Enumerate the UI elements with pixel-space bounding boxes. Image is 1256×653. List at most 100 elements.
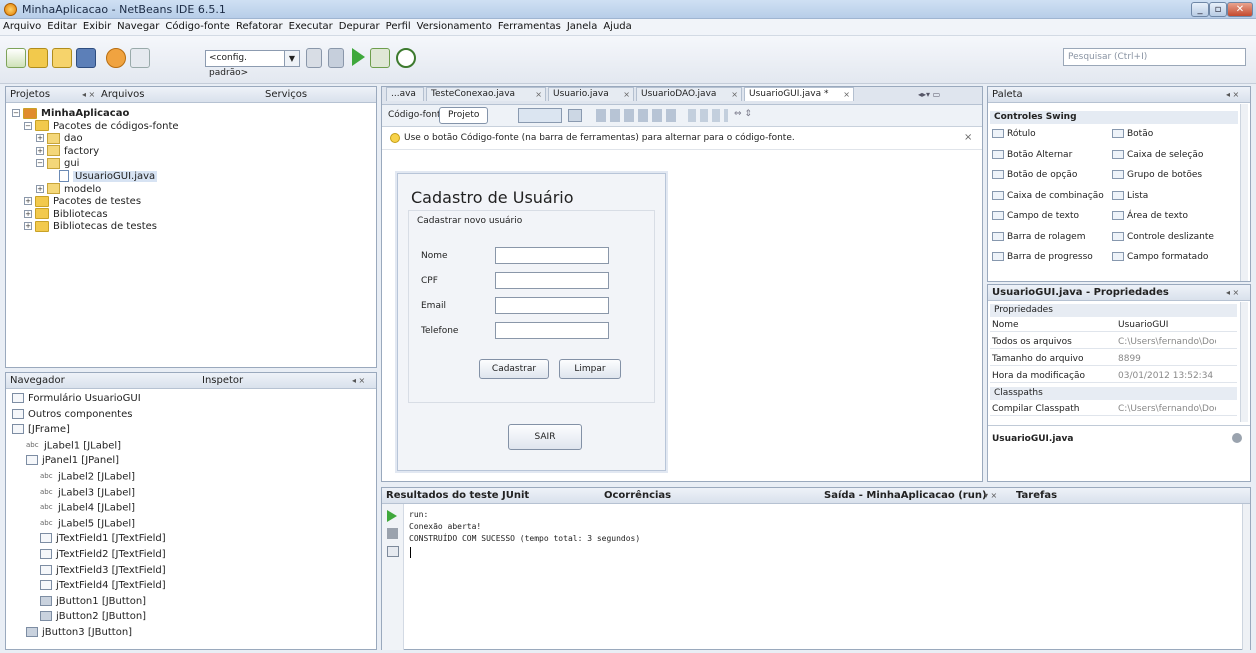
palette-item[interactable]: Botão Alternar — [992, 148, 1072, 162]
menu-item-0[interactable]: Arquivo — [0, 19, 44, 34]
palette-item[interactable]: Grupo de botões — [1112, 168, 1202, 182]
expand-icon[interactable]: + — [36, 146, 44, 155]
menu-item-11[interactable]: Janela — [564, 19, 600, 34]
collapse-icon[interactable]: − — [36, 159, 44, 168]
open-project-icon[interactable] — [52, 48, 72, 68]
palette-item[interactable]: Caixa de seleção — [1112, 148, 1203, 162]
palette-item[interactable]: Caixa de combinação — [992, 189, 1104, 203]
new-project-icon[interactable] — [28, 48, 48, 68]
prop-section-classpaths[interactable]: Classpaths — [990, 387, 1237, 400]
panel-controls-icon[interactable]: ◂ × — [1226, 285, 1239, 300]
search-input[interactable]: Pesquisar (Ctrl+I) — [1063, 48, 1246, 66]
project-tree-node[interactable]: − Pacotes de códigos-fonte — [24, 120, 179, 133]
menu-item-5[interactable]: Refatorar — [233, 19, 286, 34]
project-tree-node[interactable]: + Bibliotecas de testes — [24, 220, 157, 233]
project-tree-node[interactable]: + factory — [36, 145, 99, 158]
menu-item-9[interactable]: Versionamento — [414, 19, 495, 34]
palette-item[interactable]: Rótulo — [992, 127, 1036, 141]
editor-tab-nav-icon[interactable]: ◂▸▾ ▭ — [918, 90, 978, 102]
config-select[interactable]: <config. padrão> — [205, 50, 285, 78]
panel-controls-icon[interactable]: ◂ × — [1226, 87, 1239, 102]
tab-services[interactable]: Serviços — [265, 87, 307, 102]
exit-button[interactable]: SAIR — [508, 424, 582, 450]
close-icon[interactable]: × — [964, 132, 972, 143]
text-field[interactable] — [495, 322, 609, 339]
navigator-tree-node[interactable]: jTextField1 [JTextField] — [40, 532, 166, 545]
property-row[interactable]: Tamanho do arquivo 8899 — [990, 352, 1237, 366]
palette-section-swing[interactable]: Controles Swing — [990, 111, 1238, 124]
navigator-tree-node[interactable]: Outros componentes — [12, 408, 132, 421]
preview-icon[interactable] — [568, 109, 582, 122]
close-icon[interactable]: × — [843, 88, 850, 101]
source-mode-button[interactable]: Código-fonte — [388, 110, 446, 120]
project-tree-node[interactable]: + Bibliotecas — [24, 208, 108, 221]
navigator-tree-node[interactable]: abc jLabel4 [JLabel] — [40, 501, 135, 514]
palette-item[interactable]: Área de texto — [1112, 209, 1188, 223]
property-row[interactable]: Hora da modificação 03/01/2012 13:52:34 — [990, 369, 1237, 383]
navigator-tree-node[interactable]: jButton1 [JButton] — [40, 595, 146, 608]
palette-item[interactable]: Barra de progresso — [992, 250, 1093, 264]
tab-tasks[interactable]: Tarefas — [1016, 488, 1057, 503]
panel-controls-icon[interactable]: ◂ × — [82, 87, 95, 102]
selection-mode-icon[interactable] — [518, 108, 562, 123]
navigator-tree-node[interactable]: abc jLabel5 [JLabel] — [40, 517, 135, 530]
collapse-icon[interactable]: − — [24, 121, 32, 130]
profile-icon[interactable] — [396, 48, 416, 68]
menu-item-7[interactable]: Depurar — [336, 19, 383, 34]
menu-item-3[interactable]: Navegar — [114, 19, 162, 34]
expand-icon[interactable]: + — [24, 209, 32, 218]
menu-item-1[interactable]: Editar — [44, 19, 80, 34]
debug-icon[interactable] — [370, 48, 390, 68]
undo-icon[interactable] — [106, 48, 126, 68]
menu-item-8[interactable]: Perfil — [383, 19, 414, 34]
run-icon[interactable] — [352, 48, 365, 66]
expand-icon[interactable]: + — [24, 222, 32, 231]
redo-icon[interactable] — [130, 48, 150, 68]
menu-item-10[interactable]: Ferramentas — [495, 19, 564, 34]
close-icon[interactable]: × — [623, 88, 630, 101]
palette-item[interactable]: Botão de opção — [992, 168, 1077, 182]
navigator-tree-node[interactable]: jPanel1 [JPanel] — [26, 454, 119, 467]
build-icon[interactable] — [328, 48, 344, 68]
menu-item-6[interactable]: Executar — [286, 19, 336, 34]
maximize-button[interactable]: ▫ — [1209, 2, 1227, 17]
navigator-tree-node[interactable]: jButton3 [JButton] — [26, 626, 132, 639]
navigator-tree-node[interactable]: abc jLabel1 [JLabel] — [26, 439, 121, 452]
palette-item[interactable]: Controle deslizante — [1112, 230, 1214, 244]
navigator-tree-node[interactable]: [JFrame] — [12, 423, 70, 436]
navigator-tree-node[interactable]: jButton2 [JButton] — [40, 610, 146, 623]
project-tree-node[interactable]: UsuarioGUI.java — [48, 170, 158, 183]
project-tree-node[interactable]: + dao — [36, 132, 83, 145]
prop-section-properties[interactable]: Propriedades — [990, 304, 1237, 317]
new-file-icon[interactable] — [6, 48, 26, 68]
register-button[interactable]: Cadastrar — [479, 359, 549, 379]
clean-build-icon[interactable] — [306, 48, 322, 68]
form-panel[interactable]: Cadastrar novo usuário Nome CPF Email Telef… — [408, 210, 655, 403]
text-field[interactable] — [495, 297, 609, 314]
navigator-tree-node[interactable]: jTextField2 [JTextField] — [40, 548, 166, 561]
editor-tab[interactable]: ...ava — [386, 87, 424, 101]
menu-item-12[interactable]: Ajuda — [600, 19, 634, 34]
text-field[interactable] — [495, 247, 609, 264]
resize-icons[interactable] — [688, 109, 728, 122]
minimize-button[interactable]: _ — [1191, 2, 1209, 17]
tab-junit-results[interactable]: Resultados do teste JUnit — [386, 488, 529, 503]
stop-icon[interactable] — [387, 528, 398, 539]
navigator-tree-node[interactable]: abc jLabel3 [JLabel] — [40, 486, 135, 499]
output-settings-icon[interactable] — [387, 546, 399, 557]
project-tree-node[interactable]: − MinhaAplicacao — [12, 107, 129, 120]
tab-inspector[interactable]: Inspetor — [202, 373, 243, 388]
tab-navigator[interactable]: Navegador — [10, 373, 65, 388]
design-mode-button[interactable]: Projeto — [439, 107, 489, 124]
close-button[interactable]: ✕ — [1227, 2, 1253, 17]
navigator-tree-node[interactable]: jTextField4 [JTextField] — [40, 579, 166, 592]
navigator-tree-node[interactable]: abc jLabel2 [JLabel] — [40, 470, 135, 483]
editor-tab[interactable]: UsuarioGUI.java * × — [744, 87, 854, 101]
palette-item[interactable]: Lista — [1112, 189, 1148, 203]
property-row[interactable]: Compilar Classpath C:\Users\fernando\Doc.… — [990, 402, 1237, 416]
project-tree-node[interactable]: − gui — [36, 157, 79, 170]
editor-tab[interactable]: Usuario.java × — [548, 87, 634, 101]
save-all-icon[interactable] — [76, 48, 96, 68]
close-icon[interactable]: × — [731, 88, 738, 101]
expand-icon[interactable]: + — [24, 197, 32, 206]
